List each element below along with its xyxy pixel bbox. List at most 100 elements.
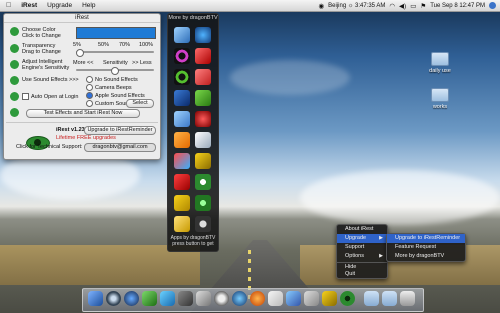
app-icon[interactable] <box>174 174 190 190</box>
submenu-item-more-by-dragonbtv[interactable]: More by dragonBTV <box>387 252 465 261</box>
tick-label: 50% <box>98 42 110 48</box>
step-arrow-icon <box>10 76 19 85</box>
xcode-icon[interactable] <box>286 291 301 306</box>
step-arrow-icon <box>10 44 19 53</box>
app-icon[interactable] <box>195 153 211 169</box>
dashboard-icon[interactable] <box>106 291 121 306</box>
step-arrow-icon <box>10 27 19 36</box>
step-arrow-icon <box>10 108 19 117</box>
radio-camera-beeps[interactable]: Camera Beeps <box>86 84 132 91</box>
menubar-clock[interactable]: Tue Sep 8 12:47 PM <box>430 3 485 9</box>
support-email-field[interactable]: dragonbtv@gmail.com <box>84 143 156 152</box>
app-icon[interactable] <box>174 153 190 169</box>
irest-preferences-panel: iRest Choose Color Click to Change Trans… <box>3 13 161 160</box>
app-icon[interactable] <box>195 48 211 64</box>
cloud <box>230 60 350 95</box>
submenu-item-upgrade-irestreminder[interactable]: Upgrade to iRestReminder <box>387 234 465 243</box>
more-by-dragonbtv-panel: More by dragonBTV Apps by dragonBTV pres… <box>167 13 219 252</box>
radio-button-selected[interactable] <box>86 92 93 99</box>
test-effects-button[interactable]: Test Effects and Start iRest Now <box>26 109 140 118</box>
txt-app-icon[interactable] <box>322 291 337 306</box>
submenu-item-feature-request[interactable]: Feature Request <box>387 243 465 252</box>
menu-item-quit[interactable]: Quit <box>337 271 387 278</box>
volume-icon[interactable]: ◀) <box>399 2 406 10</box>
facetime-icon[interactable] <box>142 291 157 306</box>
version-label: iRest v1.23 <box>56 127 85 133</box>
battery-icon[interactable]: ▭ <box>410 2 416 10</box>
radio-apple-sound[interactable]: Apple Sound Effects <box>86 92 145 99</box>
app-icon[interactable] <box>174 48 190 64</box>
app-menu[interactable]: iRest <box>16 2 42 9</box>
menu-help[interactable]: Help <box>77 2 100 9</box>
finder-icon[interactable] <box>88 291 103 306</box>
select-sound-button[interactable]: Select <box>126 99 154 108</box>
step-arrow-icon <box>10 60 19 69</box>
auto-open-label: Auto Open at Login <box>31 93 79 100</box>
radio-button[interactable] <box>86 100 93 107</box>
eye-status-icon[interactable]: ◉ <box>318 2 324 10</box>
desktop-folder-works[interactable]: works <box>420 88 460 110</box>
menu-item-options[interactable]: Options ▶ <box>337 252 387 261</box>
radio-label: Camera Beeps <box>95 84 132 91</box>
app-store-icon[interactable] <box>160 291 175 306</box>
sensitivity-less: >> Less <box>132 60 152 66</box>
panel-title: iRest <box>4 14 160 23</box>
sensitivity-label: Adjust Intelligent Engine's Sensitivity <box>22 59 70 71</box>
app-icon[interactable] <box>195 195 211 211</box>
irest-dock-icon[interactable] <box>340 291 355 306</box>
app-icon[interactable] <box>195 90 211 106</box>
app-icon[interactable] <box>174 132 190 148</box>
folder-icon <box>431 52 449 66</box>
app-icon[interactable] <box>174 195 190 211</box>
upgrade-irestreminder-button[interactable]: Upgrade to iRestReminder <box>84 126 156 135</box>
radio-no-sound[interactable]: No Sound Effects <box>86 76 138 83</box>
app-icon[interactable] <box>195 69 211 85</box>
trash-icon[interactable] <box>400 291 415 306</box>
app-icon[interactable] <box>174 111 190 127</box>
app-icon[interactable] <box>195 132 211 148</box>
safari-icon[interactable] <box>124 291 139 306</box>
color-swatch[interactable] <box>76 27 156 39</box>
app-icon[interactable] <box>174 69 190 85</box>
app-icon[interactable] <box>195 27 211 43</box>
textedit-icon[interactable] <box>268 291 283 306</box>
photo-icon[interactable] <box>178 291 193 306</box>
support-label: Click for Technical Support: <box>16 144 83 150</box>
wifi-icon[interactable]: ◠ <box>389 2 395 10</box>
folder-icon[interactable] <box>364 291 379 306</box>
app-icon[interactable] <box>174 90 190 106</box>
folder-icon[interactable] <box>382 291 397 306</box>
app-icon[interactable] <box>195 174 211 190</box>
desktop-folder-daily-use[interactable]: daily use <box>420 52 460 74</box>
tick-label: 70% <box>119 42 131 48</box>
transparency-slider-knob[interactable] <box>76 49 84 57</box>
auto-open-row[interactable]: Auto Open at Login <box>22 93 78 100</box>
system-preferences-icon[interactable] <box>214 291 229 306</box>
sensitivity-slider-knob[interactable] <box>111 67 119 75</box>
radio-custom-sound[interactable]: Custom Sound <box>86 100 131 107</box>
menu-item-hide[interactable]: Hide <box>337 264 387 271</box>
sensitivity-mid: Sensitivity <box>103 60 128 66</box>
globe-icon[interactable] <box>232 291 247 306</box>
radio-button[interactable] <box>86 84 93 91</box>
world-clock[interactable]: Beijing ☼ 3:47:35 AM <box>328 3 385 9</box>
auto-open-checkbox[interactable] <box>22 93 29 100</box>
radio-button[interactable] <box>86 76 93 83</box>
menu-item-support[interactable]: Support <box>337 243 387 252</box>
menu-upgrade[interactable]: Upgrade <box>42 2 77 9</box>
app-icon[interactable] <box>195 111 211 127</box>
app-icon[interactable] <box>195 216 211 232</box>
spotlight-icon[interactable] <box>489 2 496 9</box>
menu-item-upgrade[interactable]: Upgrade ▶ <box>337 234 387 243</box>
app-icon[interactable] <box>304 291 319 306</box>
app-icon[interactable] <box>174 27 190 43</box>
menu-item-about[interactable]: About iRest <box>337 225 387 234</box>
flag-icon[interactable]: ⚑ <box>420 2 426 10</box>
folder-icon <box>431 88 449 102</box>
app-icon[interactable] <box>174 216 190 232</box>
lifetime-upgrades-label: Lifetime FREE upgrades <box>56 135 116 141</box>
firefox-icon[interactable] <box>250 291 265 306</box>
preview-icon[interactable] <box>196 291 211 306</box>
transparency-slider[interactable] <box>76 51 154 53</box>
apple-menu-icon[interactable]:  <box>0 2 16 9</box>
